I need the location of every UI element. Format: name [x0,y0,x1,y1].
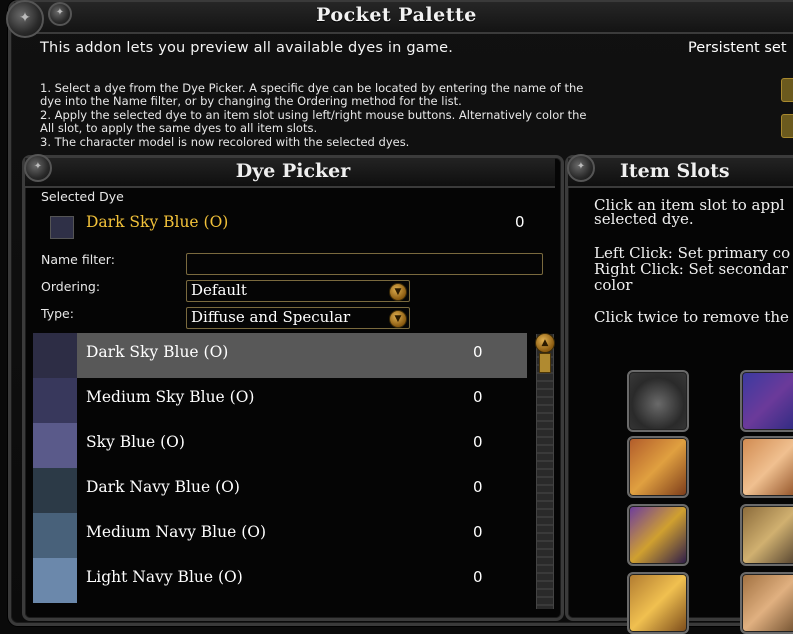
dye-count: 0 [473,388,483,406]
instruction-line: 3. The character model is now recolored … [40,135,410,149]
dye-list-item[interactable]: Medium Navy Blue (O) 0 [33,513,529,558]
dye-name: Medium Navy Blue (O) [86,523,267,541]
item-slots-help: color [594,276,633,294]
instruction-line: dye into the Name filter, or by changing… [40,94,462,108]
item-slots-help: Click twice to remove the [594,308,789,326]
chest-armor-slot-icon[interactable] [740,370,793,432]
scroll-thumb[interactable] [539,353,551,373]
dye-swatch [33,333,77,378]
window-title: Pocket Palette [316,4,477,26]
corner-ornament-icon: ✦ [24,154,52,182]
dye-count: 0 [473,478,483,496]
selected-dye-label: Selected Dye [41,189,124,204]
dye-swatch [33,423,77,468]
item-slots-help: selected dye. [594,210,694,228]
item-slots-help: Left Click: Set primary co [594,244,791,262]
dye-count: 0 [473,343,483,361]
dye-swatch [33,468,77,513]
dye-picker-title: Dye Picker [235,160,351,182]
persistent-set-label: Persistent set [688,40,787,56]
dye-list: Dark Sky Blue (O) 0 Medium Sky Blue (O) … [33,333,529,613]
dye-list-item[interactable]: Dark Navy Blue (O) 0 [33,468,529,513]
dye-list-item[interactable]: Medium Sky Blue (O) 0 [33,378,529,423]
dye-swatch [33,513,77,558]
dye-swatch [33,378,77,423]
ordering-dropdown[interactable]: Default ▼ [186,280,410,302]
dye-count: 0 [473,523,483,541]
persistent-set-button[interactable] [781,78,793,102]
item-slots-help: Right Click: Set secondar [594,260,788,278]
gloves-slot-icon[interactable] [740,436,793,498]
corner-ornament-icon: ✦ [567,154,595,182]
ordering-value: Default [191,281,247,299]
dye-name: Dark Sky Blue (O) [86,343,229,361]
dye-name: Dark Navy Blue (O) [86,478,240,496]
dye-list-scrollbar[interactable] [536,334,554,609]
item-slots-title: Item Slots [620,160,730,182]
type-value: Diffuse and Specular [191,308,351,326]
dye-name: Medium Sky Blue (O) [86,388,255,406]
dye-list-item[interactable]: Dark Sky Blue (O) 0 [33,333,529,378]
selected-dye-swatch [50,216,74,239]
name-filter-label: Name filter: [41,252,115,267]
ordering-label: Ordering: [41,279,101,294]
belt-slot-icon[interactable] [627,504,689,566]
dye-list-item[interactable]: Sky Blue (O) 0 [33,423,529,468]
boots-slot-icon[interactable] [627,572,689,634]
dye-count: 0 [473,568,483,586]
type-label: Type: [41,306,74,321]
dye-count: 0 [473,433,483,451]
selected-dye-count: 0 [515,213,525,231]
leg-armor-slot-icon[interactable] [740,504,793,566]
scroll-up-icon[interactable]: ▲ [535,333,555,353]
selected-dye-name: Dark Sky Blue (O) [86,213,229,231]
dye-name: Light Navy Blue (O) [86,568,243,586]
dye-pouch-icon[interactable] [627,370,689,432]
name-filter-input[interactable] [186,253,543,275]
type-dropdown[interactable]: Diffuse and Specular ▼ [186,307,410,329]
dye-list-item[interactable]: Light Navy Blue (O) 0 [33,558,529,603]
corner-ornament-icon: ✦ [6,0,44,38]
persistent-set-button[interactable] [781,114,793,138]
dye-name: Sky Blue (O) [86,433,185,451]
shoulder-armor-slot-icon[interactable] [627,436,689,498]
chevron-down-icon[interactable]: ▼ [389,310,407,328]
chevron-down-icon[interactable]: ▼ [389,283,407,301]
corner-ornament-icon: ✦ [48,2,72,26]
dye-swatch [33,558,77,603]
addon-description: This addon lets you preview all availabl… [40,40,454,56]
cloak-slot-icon[interactable] [740,572,793,634]
instruction-line: All slot, to apply the same dyes to all … [40,121,318,135]
